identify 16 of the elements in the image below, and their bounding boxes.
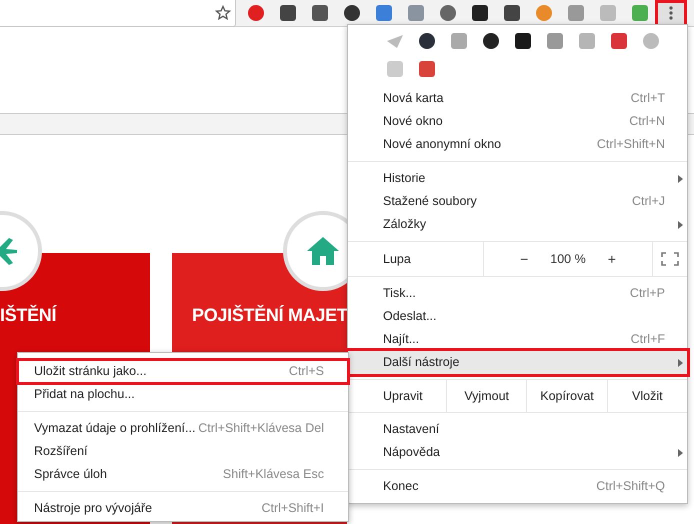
card-title: IŠTĚNÍ xyxy=(0,305,56,326)
zoom-label: Lupa xyxy=(382,251,412,268)
card-title: POJIŠTĚNÍ MAJET xyxy=(192,305,348,326)
edit-label: Upravit xyxy=(382,388,424,405)
shortcut-label: Ctrl+S xyxy=(288,363,324,380)
shortcut-label: Ctrl+Shift+I xyxy=(261,500,324,517)
shortcut-label: Ctrl+T xyxy=(630,90,665,107)
shortcut-label: Ctrl+Shift+Klávesa Del xyxy=(198,420,324,437)
shortcut-label: Ctrl+Shift+N xyxy=(596,136,665,153)
shortcut-label: Shift+Klávesa Esc xyxy=(222,466,324,483)
shortcut-label: Ctrl+P xyxy=(630,285,665,302)
shortcut-label: Ctrl+J xyxy=(632,193,665,210)
shortcut-label: Ctrl+F xyxy=(630,331,665,348)
shortcut-label: Ctrl+N xyxy=(629,113,665,130)
shortcut-label: Ctrl+Shift+Q xyxy=(596,478,665,495)
zoom-level: 100 % xyxy=(550,252,586,266)
